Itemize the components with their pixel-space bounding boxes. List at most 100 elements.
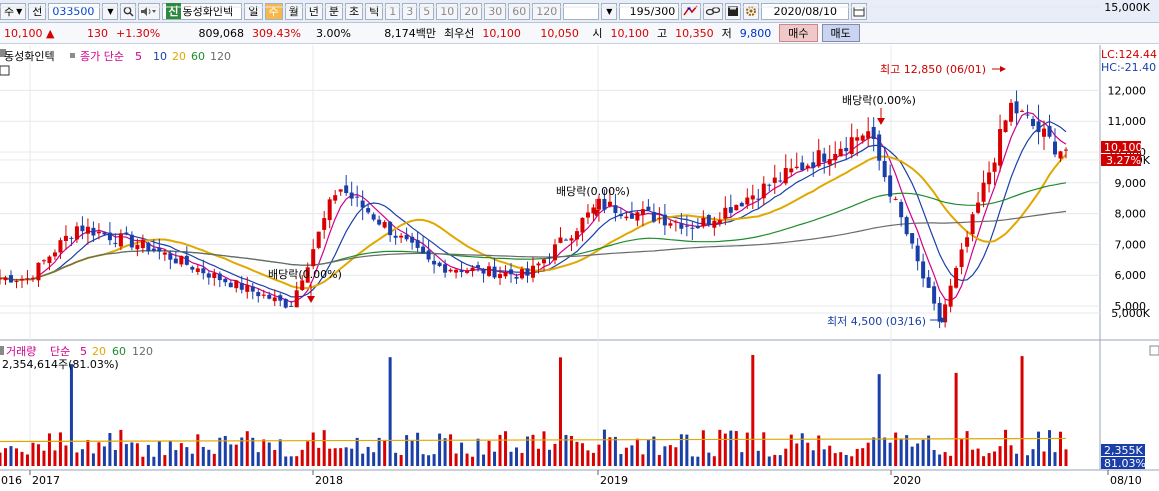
volume-bar: [399, 454, 403, 466]
volume-ma-line: [0, 437, 1067, 443]
volume-bar: [355, 437, 359, 466]
buy-button[interactable]: 매수: [779, 24, 818, 42]
best-ask-label: 최우선: [444, 27, 475, 40]
sell-button[interactable]: 매도: [821, 24, 860, 42]
price-panel[interactable]: [0, 45, 1100, 338]
candle-body: [624, 216, 629, 219]
volume-bar: [949, 455, 953, 466]
save-icon[interactable]: [725, 2, 742, 20]
volume-bar: [998, 446, 1002, 466]
period-week[interactable]: 주: [264, 2, 283, 20]
interval-3[interactable]: 3: [402, 2, 418, 20]
volume-bar: [971, 449, 975, 466]
period-minute[interactable]: 분: [324, 2, 344, 20]
link-icon[interactable]: [703, 2, 724, 20]
volume-bar: [25, 454, 29, 466]
search-icon[interactable]: [120, 2, 137, 20]
volume-panel-resize-handle[interactable]: [1149, 345, 1159, 356]
speaker-icon[interactable]: [138, 2, 161, 20]
volume-bar: [943, 452, 947, 466]
interval-20[interactable]: 20: [460, 2, 483, 20]
candle-body: [498, 274, 503, 279]
drawing-tools-icon[interactable]: [681, 2, 702, 20]
code-dropdown-icon[interactable]: ▼: [102, 2, 119, 20]
period-month[interactable]: 월: [284, 2, 303, 20]
panel-grid-icon[interactable]: [0, 65, 10, 76]
volume-bar: [119, 429, 123, 466]
volume-bar: [608, 437, 612, 466]
volume-bar: [14, 448, 18, 466]
candle-body: [734, 204, 739, 211]
period-year[interactable]: 년: [304, 2, 323, 20]
candle-body: [657, 217, 662, 219]
candle-body: [487, 266, 492, 276]
candle-body: [316, 231, 321, 248]
stock-code-input[interactable]: 033500: [48, 2, 101, 20]
volume-bar: [888, 442, 892, 466]
best-bid: 10,050: [540, 26, 579, 40]
candle-body: [448, 269, 453, 272]
period-tick[interactable]: 틱: [365, 2, 384, 20]
volume-bar: [679, 434, 683, 466]
stock-chart[interactable]: 5,0006,0007,0008,0009,00010,00011,00012,…: [0, 0, 1159, 491]
legend-ma5: 5: [135, 50, 142, 63]
volume-bar: [306, 441, 310, 466]
candle-body: [228, 282, 233, 288]
candle-body: [981, 182, 986, 202]
volume-bar: [218, 437, 222, 466]
chart-type-dropdown[interactable]: 주 ▼: [0, 2, 27, 20]
volume-bar: [97, 442, 101, 466]
candle-body: [756, 198, 761, 200]
candle-body: [531, 265, 535, 278]
candle-body: [272, 297, 277, 302]
volume-bar: [185, 447, 189, 466]
calendar-icon[interactable]: [851, 2, 868, 20]
interval-5[interactable]: 5: [419, 2, 435, 20]
low-price: 9,800: [739, 26, 772, 40]
volume-bar: [350, 448, 354, 466]
interval-30[interactable]: 30: [484, 2, 507, 20]
date-field[interactable]: 2020/08/10: [761, 2, 850, 20]
period-second[interactable]: 초: [345, 2, 364, 20]
volume-bar: [223, 435, 227, 466]
shin-badge: 신: [166, 3, 181, 19]
prev-button[interactable]: 전: [28, 2, 47, 20]
volume-bar: [405, 435, 409, 466]
candle-body: [432, 260, 437, 265]
date-tick-label: 2017: [32, 474, 60, 487]
volume-bar: [916, 443, 920, 466]
volume-bar: [130, 442, 134, 466]
gear-icon[interactable]: [743, 2, 760, 20]
interval-60[interactable]: 60: [508, 2, 531, 20]
volume-bar: [712, 456, 716, 466]
candle-body: [206, 273, 211, 278]
interval-dropdown-icon[interactable]: ▼: [601, 2, 618, 20]
candle-body: [965, 237, 970, 247]
candle-body: [569, 238, 574, 241]
legend-ma10: 10: [153, 50, 167, 63]
current-volume-pct-tag: [1101, 457, 1145, 469]
bar-count-field[interactable]: 195/300: [619, 2, 680, 20]
interval-1[interactable]: 1: [385, 2, 401, 20]
volume-bar: [179, 443, 183, 466]
volume-bar: [174, 450, 178, 466]
candle-body: [899, 201, 904, 218]
candle-body: [492, 266, 497, 278]
volume-bar: [619, 454, 623, 466]
stock-name-field[interactable]: 신 동성화인텍: [162, 2, 243, 20]
candle-body: [739, 202, 744, 207]
interval-120[interactable]: 120: [532, 2, 562, 20]
volume-bar: [652, 436, 656, 466]
legend-ma-label: 종가 단순: [80, 50, 124, 63]
volume-bar: [465, 453, 469, 466]
candle-body: [250, 286, 255, 292]
volume-bar: [877, 374, 881, 466]
candle-body: [926, 277, 931, 288]
volume-bar: [1048, 430, 1052, 466]
interval-10[interactable]: 10: [436, 2, 459, 20]
volume-bar: [372, 452, 376, 466]
candle-body: [190, 266, 195, 270]
custom-interval-input[interactable]: [563, 2, 600, 20]
period-day[interactable]: 일: [244, 2, 263, 20]
candle-body: [767, 184, 772, 186]
